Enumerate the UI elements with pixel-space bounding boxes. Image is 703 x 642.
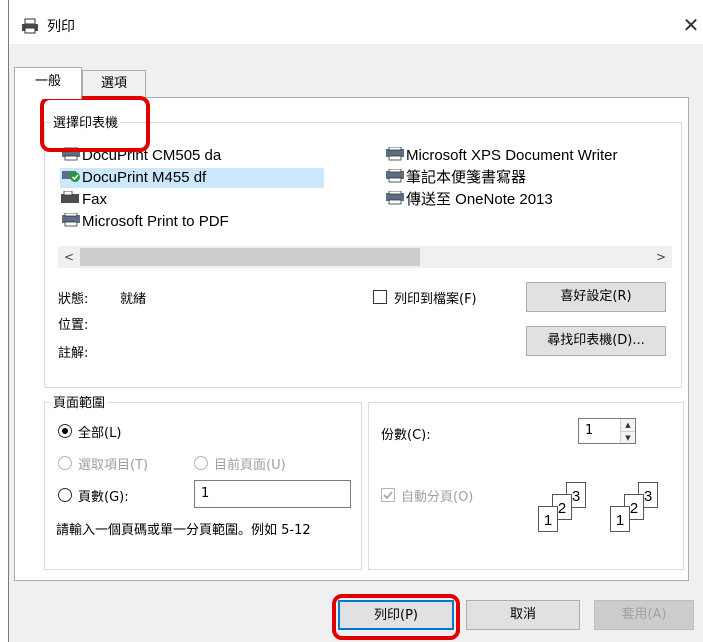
close-button[interactable]: ✕ [679,10,703,40]
fax-icon [60,190,82,205]
collate-checkbox [381,488,395,502]
printer-item-notepad-writer[interactable]: 筆記本便箋書寫器 [384,168,526,188]
printer-name: DocuPrint CM505 da [82,147,222,164]
page-range-hint: 請輸入一個頁碼或單一分頁範圍。例如 5-12 [56,523,311,538]
printer-item-docuprint-m455[interactable]: DocuPrint M455 df [60,168,325,188]
comment-label: 註解: [58,346,89,361]
printer-item-fax[interactable]: Fax [60,190,107,210]
pages-input[interactable]: 1 [194,480,351,508]
printer-name: Fax [82,191,108,208]
printer-list: DocuPrint CM505 da DocuPrint M455 df Fax… [58,146,672,242]
radio-pages-label[interactable]: 頁數(G): [78,486,129,505]
printer-icon [384,190,406,205]
scrollbar-thumb[interactable] [80,248,420,266]
select-printer-label: 選擇印表機 [50,112,122,131]
default-printer-icon [60,169,82,183]
window-title: 列印 [47,19,75,35]
collate-page-1: 1 [538,506,558,532]
radio-all-label[interactable]: 全部(L) [78,422,121,441]
tab-general[interactable]: 一般 [14,67,82,99]
radio-all[interactable] [58,424,72,438]
printer-item-xps-writer[interactable]: Microsoft XPS Document Writer [384,146,617,166]
printer-item-print-to-pdf[interactable]: Microsoft Print to PDF [60,212,229,232]
printer-icon [22,18,38,34]
printer-list-scrollbar[interactable]: < > [58,246,672,268]
radio-current-page-label: 目前頁面(U) [214,458,286,473]
apply-button: 套用(A) [594,600,694,630]
printer-name: Microsoft XPS Document Writer [406,147,618,164]
printer-icon [384,168,406,183]
copies-value[interactable]: 1 [585,423,593,438]
close-icon[interactable]: ✕ [683,13,700,37]
printer-item-docuprint-cm505[interactable]: DocuPrint CM505 da [60,146,221,166]
print-to-file-checkbox[interactable] [373,290,387,304]
preferences-button[interactable]: 喜好設定(R) [526,282,666,312]
printer-name: 傳送至 OneNote 2013 [406,191,553,208]
printer-icon [384,146,406,161]
checkmark-icon [383,491,393,500]
collate-icon: 3 2 1 [538,482,598,536]
print-to-file-label[interactable]: 列印到檔案(F) [394,288,477,307]
radio-selection [58,456,72,470]
printer-name: DocuPrint M455 df [82,169,207,186]
cancel-button[interactable]: 取消 [466,600,580,630]
title-bar: 列印 ✕ [9,0,703,44]
radio-current-page [194,456,208,470]
printer-name: 筆記本便箋書寫器 [406,169,527,186]
spin-down-icon[interactable]: ▼ [620,431,635,443]
scroll-right-icon[interactable]: > [650,246,672,268]
tab-options[interactable]: 選項 [82,70,146,97]
printer-icon [60,146,82,161]
print-button[interactable]: 列印(P) [338,600,454,630]
spin-up-icon[interactable]: ▲ [620,419,635,431]
printer-item-onenote[interactable]: 傳送至 OneNote 2013 [384,190,553,210]
radio-pages[interactable] [58,488,72,502]
printer-icon [60,212,82,227]
find-printer-button[interactable]: 尋找印表機(D)... [526,326,666,356]
collate-icon: 3 2 1 [610,482,670,536]
collate-label: 自動分頁(O) [401,490,474,505]
printer-name: Microsoft Print to PDF [82,213,229,230]
status-label: 狀態: [58,292,89,307]
copies-label: 份數(C): [381,428,431,443]
collate-page-1: 1 [610,506,630,532]
radio-selection-label: 選取項目(T) [78,458,149,473]
scroll-left-icon[interactable]: < [58,246,80,268]
location-label: 位置: [58,318,89,333]
copies-spinner[interactable]: 1 ▲ ▼ [578,418,636,444]
status-value: 就緒 [120,292,147,307]
page-range-label: 頁面範圍 [50,392,109,411]
